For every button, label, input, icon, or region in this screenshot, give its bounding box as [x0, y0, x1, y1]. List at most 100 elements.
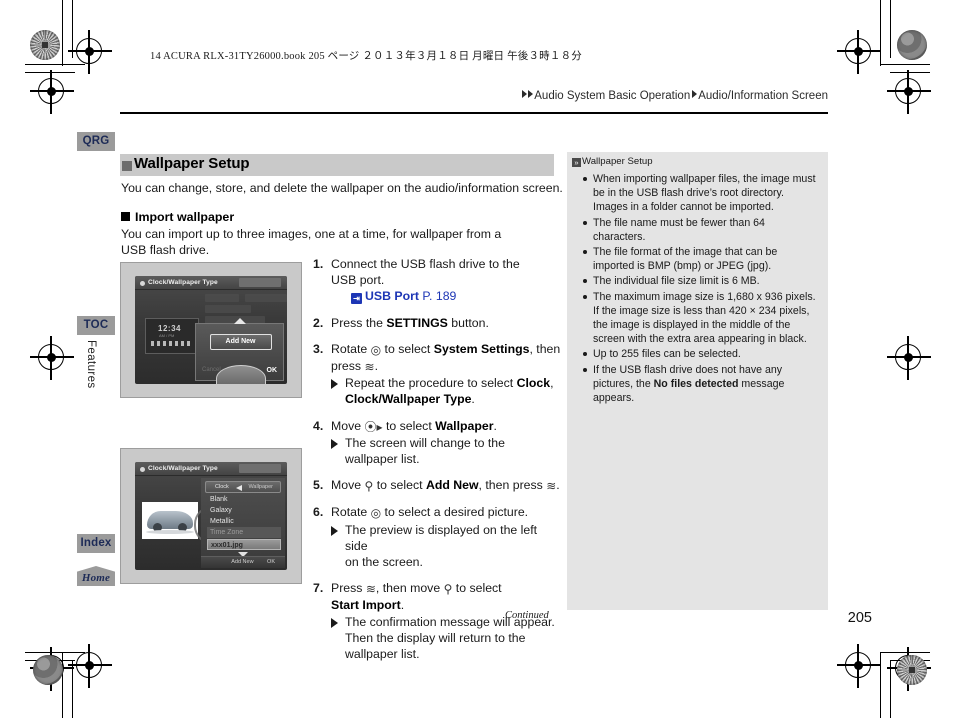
- note-item: If the USB flash drive does not have any…: [583, 363, 820, 406]
- sidebar-tab-home[interactable]: Home: [77, 566, 115, 586]
- step-text-end: .: [374, 359, 378, 374]
- list-bottom-bar: Add New OK: [201, 556, 285, 568]
- list-item[interactable]: Blank: [207, 494, 281, 505]
- settings-dot-icon: [140, 280, 145, 286]
- note-text: When importing wallpaper files, the imag…: [593, 173, 816, 214]
- note-text: Up to 255 files can be selected.: [593, 348, 741, 361]
- clock-wallpaper-segmented-control[interactable]: Clock Wallpaper: [205, 481, 281, 493]
- notes-panel: » Wallpaper Setup When importing wallpape…: [567, 152, 828, 610]
- note-bold-no-files-detected: No files detected: [653, 377, 739, 390]
- note-item: The maximum image size is 1,680 x 936 pi…: [583, 290, 820, 347]
- sidebar-tab-index[interactable]: Index: [77, 534, 115, 553]
- step-bold-system-settings: System Settings: [433, 341, 530, 356]
- step-number: 6.: [313, 505, 324, 520]
- interface-dial-graphic: [215, 365, 266, 384]
- step-5: 5. Move ⚲ to select Add New, then press …: [313, 477, 563, 494]
- note-item: The individual file size limit is 6 MB.: [583, 274, 820, 288]
- sub-bullet-mid: ,: [550, 376, 554, 391]
- list-item[interactable]: Galaxy: [207, 505, 281, 516]
- step-text-lead: Press the: [331, 315, 387, 330]
- step-3-sub-bullet: Repeat the procedure to select Clock, Cl…: [331, 375, 563, 407]
- device-screenshot-2: Clock/Wallpaper Type Clock Wallpaper Bla…: [120, 448, 302, 584]
- rotary-dial-icon: ◎: [370, 506, 382, 521]
- step-text-lead: Move: [331, 478, 365, 493]
- step-text-mid: to select a desired picture.: [381, 505, 529, 520]
- breadcrumb-item-audio-info-screen[interactable]: Audio/Information Screen: [698, 90, 828, 102]
- sub-bullet-line3: wallpaper list.: [345, 647, 420, 662]
- joystick-down-icon: ⚲: [364, 479, 374, 494]
- chevron-right-icon: [692, 90, 698, 98]
- sub-bullet-line2: on the screen.: [345, 555, 423, 570]
- step-text-tail: .: [493, 418, 497, 433]
- add-new-button[interactable]: Add New: [209, 334, 272, 350]
- step-text-lead: Press: [331, 581, 366, 596]
- popup-ghost-label: Cancel: [202, 367, 221, 373]
- car-image: [147, 511, 193, 532]
- note-text: The file format of the image that can be…: [593, 246, 778, 273]
- cross-reference-link-usb-port[interactable]: ⇥ USB Port P. 189: [351, 288, 457, 305]
- car-shadow: [146, 530, 194, 534]
- step-number: 5.: [313, 478, 324, 493]
- segment-wallpaper-label[interactable]: Wallpaper: [248, 484, 273, 490]
- rotary-dial-icon: ◎: [370, 342, 382, 357]
- list-item[interactable]: Time Zone: [207, 527, 281, 538]
- sidebar-tab-qrg[interactable]: QRG: [77, 132, 115, 151]
- chevron-right-icon: [522, 90, 528, 98]
- continued-label: Continued: [505, 610, 549, 621]
- segment-clock-label[interactable]: Clock: [215, 484, 229, 490]
- subsection-heading: Import wallpaper: [121, 210, 234, 224]
- ok-label[interactable]: OK: [267, 367, 278, 374]
- page-number: 205: [847, 610, 872, 626]
- breadcrumb-item-audio-system[interactable]: Audio System Basic Operation: [534, 90, 690, 102]
- step-number: 2.: [313, 315, 324, 330]
- clock-bars-decoration: [151, 341, 193, 346]
- triangle-right-icon: [331, 617, 338, 628]
- step-text-mid: to select: [373, 478, 426, 493]
- ok-label[interactable]: OK: [267, 559, 275, 565]
- press-dial-icon: ≋: [546, 479, 557, 494]
- screen-title: Clock/Wallpaper Type: [148, 465, 218, 472]
- step-bold-wallpaper: Wallpaper: [435, 418, 494, 433]
- sub-bullet-bold-clock-wallpaper-type: Clock/Wallpaper Type: [345, 392, 472, 407]
- step-text-mid: , then move: [375, 581, 444, 596]
- clock-time: 12:34: [158, 324, 181, 333]
- xref-page: P. 189: [422, 289, 457, 304]
- subsection-heading-label: Import wallpaper: [135, 210, 235, 224]
- square-bullet-icon: [121, 212, 130, 221]
- screen-faint-row: [205, 294, 239, 302]
- settings-dot-icon: [140, 466, 145, 472]
- manual-page: 14 ACURA RLX-31TY26000.book 205 ページ ２０１３…: [0, 0, 954, 718]
- screen-tab-right: [239, 464, 281, 473]
- step-bold-start-import: Start Import: [331, 598, 401, 613]
- step-6: 6. Rotate ◎ to select a desired picture.…: [313, 504, 563, 570]
- step-3: 3. Rotate ◎ to select System Settings, t…: [313, 341, 563, 408]
- sub-bullet-line1: The preview is displayed on the left sid…: [345, 522, 538, 553]
- sidebar-tab-toc[interactable]: TOC: [77, 316, 115, 335]
- double-chevron-icon: »: [572, 158, 581, 167]
- device-screen-1: Clock/Wallpaper Type 12:34 AM / PM Add N…: [135, 276, 287, 384]
- notes-panel-title: » Wallpaper Setup: [572, 156, 653, 167]
- step-text-tail: , then press: [478, 478, 547, 493]
- step-number: 4.: [313, 418, 324, 433]
- breadcrumb: Audio System Basic Operation Audio/Inform…: [522, 90, 828, 102]
- list-item-selected[interactable]: xxx01.jpg: [207, 539, 281, 550]
- add-new-label[interactable]: Add New: [231, 559, 253, 565]
- step-text-mid: to select: [382, 418, 436, 433]
- sub-bullet-line2: wallpaper list.: [345, 452, 420, 467]
- step-text-mid: to select: [381, 341, 434, 356]
- list-item[interactable]: Metallic: [207, 516, 281, 527]
- step-1: 1. Connect the USB flash drive to the US…: [313, 256, 563, 305]
- sub-bullet-line2: Then the display will return to the: [345, 630, 526, 645]
- step-text-end: .: [400, 598, 405, 613]
- add-new-popup: Add New Cancel OK: [195, 318, 284, 384]
- sub-bullet-lead: Repeat the procedure to select: [345, 376, 517, 391]
- step-bold-add-new: Add New: [425, 478, 479, 493]
- device-screenshot-1: Clock/Wallpaper Type 12:34 AM / PM Add N…: [120, 262, 302, 398]
- sub-bullet-bold-clock: Clock: [516, 376, 551, 391]
- chevron-right-icon: [528, 90, 534, 98]
- step-2: 2. Press the SETTINGS button.: [313, 315, 563, 331]
- intro-paragraph: You can change, store, and delete the wa…: [121, 181, 563, 195]
- caret-up-icon: [233, 318, 246, 324]
- note-item: When importing wallpaper files, the imag…: [583, 172, 820, 215]
- triangle-right-icon: [331, 438, 338, 449]
